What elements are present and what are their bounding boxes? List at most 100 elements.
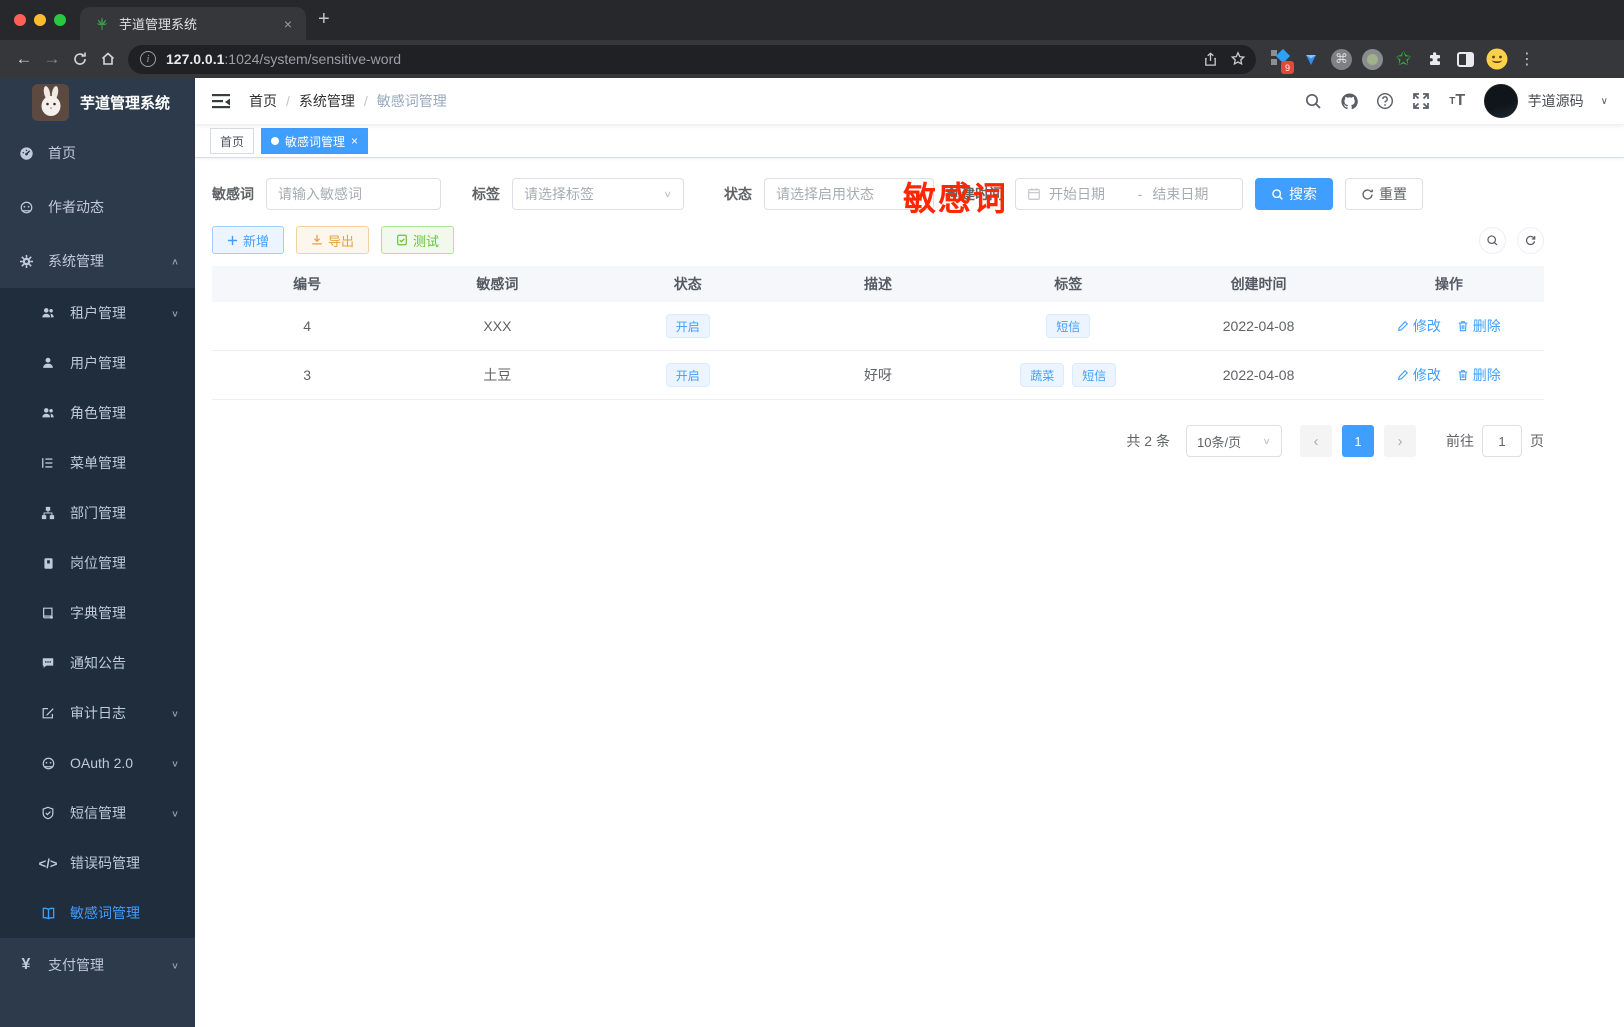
chevron-down-icon: ∨ xyxy=(170,308,179,319)
export-button[interactable]: 导出 xyxy=(296,226,370,254)
sidebar-item-home[interactable]: 首页 xyxy=(0,126,195,180)
close-window-button[interactable] xyxy=(14,14,26,26)
sidebar-item-audit-log[interactable]: 审计日志 ∨ xyxy=(0,688,195,738)
sidebar-item-author-news[interactable]: 作者动态 xyxy=(0,180,195,234)
extension-record-icon[interactable] xyxy=(1357,44,1388,74)
home-icon[interactable] xyxy=(94,45,122,73)
sidebar-item-sms[interactable]: 短信管理 ∨ xyxy=(0,788,195,838)
tag-view-sensitive-word[interactable]: 敏感词管理 × xyxy=(261,128,369,154)
tab-close-icon[interactable]: × xyxy=(280,16,296,32)
app-frame: 芋道管理系统 首页 作者动态 系统管理 ∧ 租户管理 ∨ 用户管理 角色管理 菜… xyxy=(0,78,1624,1027)
forward-icon[interactable]: → xyxy=(38,45,66,73)
keyword-input[interactable] xyxy=(266,178,441,210)
tag-select[interactable]: 请选择标签 ∨ xyxy=(512,178,684,210)
url-bar[interactable]: i 127.0.0.1:1024/system/sensitive-word xyxy=(128,44,1256,74)
tag-view-home[interactable]: 首页 xyxy=(210,128,255,154)
sidebar-item-sensitive-word[interactable]: 敏感词管理 xyxy=(0,888,195,938)
reload-icon[interactable] xyxy=(66,45,94,73)
tag-close-icon[interactable]: × xyxy=(351,134,358,148)
goto-page-input[interactable] xyxy=(1482,425,1522,457)
bookmark-star-icon[interactable] xyxy=(1224,51,1252,67)
robot-icon xyxy=(40,755,56,771)
breadcrumb-system[interactable]: 系统管理 xyxy=(299,91,355,111)
logo-row[interactable]: 芋道管理系统 xyxy=(0,78,195,126)
reset-button[interactable]: 重置 xyxy=(1345,178,1423,210)
system-submenu: 租户管理 ∨ 用户管理 角色管理 菜单管理 部门管理 岗位管理 字典管理 通知公… xyxy=(0,288,195,938)
delete-link[interactable]: 删除 xyxy=(1457,365,1501,385)
zoom-window-button[interactable] xyxy=(54,14,66,26)
help-icon[interactable] xyxy=(1376,92,1395,111)
sidebar-item-oauth[interactable]: OAuth 2.0 ∨ xyxy=(0,738,195,788)
add-button-label: 新增 xyxy=(243,233,270,249)
user-menu-caret-icon[interactable]: ∨ xyxy=(1601,96,1608,107)
sidebar-item-role[interactable]: 角色管理 xyxy=(0,388,195,438)
pagination: 共 2 条 10条/页 ∨ ‹ 1 › 前往 页 xyxy=(212,425,1544,457)
table-header: 编号 敏感词 状态 描述 标签 创建时间 操作 xyxy=(212,266,1544,302)
profile-emoji-avatar[interactable] xyxy=(1481,44,1512,74)
sidebar-item-menu[interactable]: 菜单管理 xyxy=(0,438,195,488)
sidebar-item-dept[interactable]: 部门管理 xyxy=(0,488,195,538)
add-button[interactable]: 新增 xyxy=(212,226,285,254)
edit-link[interactable]: 修改 xyxy=(1397,365,1441,385)
sidebar-item-dict[interactable]: 字典管理 xyxy=(0,588,195,638)
sidebar-item-tenant[interactable]: 租户管理 ∨ xyxy=(0,288,195,338)
delete-link[interactable]: 删除 xyxy=(1457,316,1501,336)
back-icon[interactable]: ← xyxy=(10,45,38,73)
font-size-icon[interactable]: TT xyxy=(1448,92,1467,111)
test-button[interactable]: 测试 xyxy=(381,226,455,254)
new-tab-button[interactable]: + xyxy=(318,8,330,31)
extension-diamond-icon[interactable]: 9 xyxy=(1264,44,1295,74)
url-host: 127.0.0.1 xyxy=(166,51,225,67)
main-area: 敏感词 首页 / 系统管理 / 敏感词管理 TT 芋道源码 ∨ 首页 敏感词管理… xyxy=(195,78,1624,1027)
page-size-select[interactable]: 10条/页 ∨ xyxy=(1186,425,1282,457)
next-page-button[interactable]: › xyxy=(1384,425,1416,457)
hide-search-icon[interactable] xyxy=(1479,226,1506,254)
edit-label: 修改 xyxy=(1412,318,1441,334)
col-desc: 描述 xyxy=(863,276,892,292)
sidebar-item-post[interactable]: 岗位管理 xyxy=(0,538,195,588)
url-path: :1024/system/sensitive-word xyxy=(224,51,402,67)
sidebar-item-user[interactable]: 用户管理 xyxy=(0,338,195,388)
date-start-placeholder: 开始日期 xyxy=(1049,186,1105,202)
dashboard-icon xyxy=(18,145,34,161)
breadcrumb-home[interactable]: 首页 xyxy=(249,91,277,111)
table-toolbar: 新增 导出 测试 xyxy=(212,226,1544,254)
chevron-down-icon: ∨ xyxy=(170,708,179,719)
share-icon[interactable] xyxy=(1196,52,1224,67)
search-button[interactable]: 搜索 xyxy=(1255,178,1333,210)
side-panel-icon[interactable] xyxy=(1450,44,1481,74)
site-info-icon[interactable]: i xyxy=(140,51,156,67)
extensions-puzzle-icon[interactable] xyxy=(1419,44,1450,74)
url-text[interactable]: 127.0.0.1:1024/system/sensitive-word xyxy=(166,51,1196,67)
sidebar-item-label: 敏感词管理 xyxy=(70,905,140,921)
sidebar-item-notice[interactable]: 通知公告 xyxy=(0,638,195,688)
keyword-input-field[interactable] xyxy=(278,186,429,202)
sidebar-item-label: 租户管理 xyxy=(70,305,126,321)
github-icon[interactable] xyxy=(1340,92,1359,111)
search-icon[interactable] xyxy=(1304,92,1323,111)
user-avatar[interactable] xyxy=(1483,84,1518,118)
sidebar-item-payment[interactable]: ¥ 支付管理 ∨ xyxy=(0,938,195,992)
browser-menu-icon[interactable]: ⋮ xyxy=(1512,44,1543,74)
extension-cmd-icon[interactable]: ⌘ xyxy=(1326,44,1357,74)
date-range-picker[interactable]: 开始日期 - 结束日期 xyxy=(1015,178,1243,210)
edit-link[interactable]: 修改 xyxy=(1397,316,1441,336)
active-dot xyxy=(271,137,280,145)
minimize-window-button[interactable] xyxy=(34,14,46,26)
collapse-sidebar-icon[interactable] xyxy=(211,91,231,111)
prev-page-button[interactable]: ‹ xyxy=(1300,425,1332,457)
chevron-down-icon: ∨ xyxy=(663,188,672,200)
username[interactable]: 芋道源码 xyxy=(1528,91,1584,111)
extension-star-icon[interactable]: ✩ xyxy=(1388,44,1419,74)
sidebar-item-errcode[interactable]: </> 错误码管理 xyxy=(0,838,195,888)
cell-actions: 修改 删除 xyxy=(1354,316,1544,336)
refresh-icon[interactable] xyxy=(1517,226,1544,254)
browser-tab[interactable]: 芋道管理系统 × xyxy=(80,7,306,40)
delete-label: 删除 xyxy=(1472,318,1501,334)
test-button-label: 测试 xyxy=(413,233,440,249)
tag-chip: 短信 xyxy=(1072,363,1117,387)
page-number-button[interactable]: 1 xyxy=(1342,425,1374,457)
sidebar-item-system[interactable]: 系统管理 ∧ xyxy=(0,234,195,288)
extension-gem-icon[interactable] xyxy=(1295,44,1326,74)
fullscreen-icon[interactable] xyxy=(1412,92,1431,111)
